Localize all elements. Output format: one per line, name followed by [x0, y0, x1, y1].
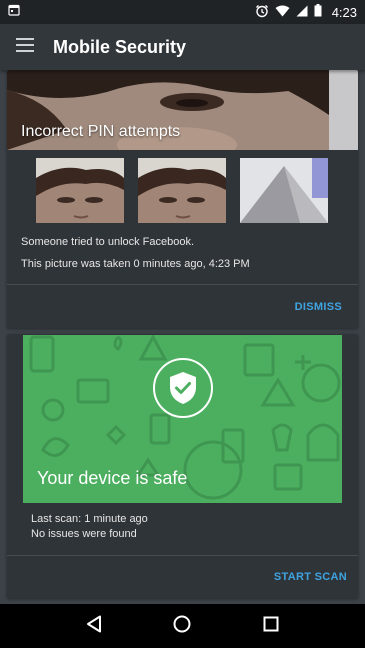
recents-square-icon — [263, 616, 279, 637]
intruder-card: Incorrect PIN attempts Someone tried to … — [7, 70, 358, 328]
back-triangle-icon — [86, 615, 102, 638]
shield-check-icon — [153, 358, 213, 418]
navigation-bar — [0, 604, 365, 648]
page-title: Mobile Security — [53, 36, 187, 57]
last-scan-text: Last scan: 1 minute ago — [31, 513, 148, 525]
signal-icon — [296, 5, 308, 20]
issues-text: No issues were found — [31, 528, 137, 540]
menu-button[interactable] — [0, 24, 50, 70]
calendar-notification-icon — [8, 3, 20, 21]
dismiss-button[interactable]: DISMISS — [295, 301, 342, 313]
safe-status-panel: Your device is safe — [23, 335, 342, 503]
intruder-heading: Incorrect PIN attempts — [21, 123, 181, 140]
home-button[interactable] — [162, 606, 202, 646]
wifi-icon — [275, 5, 290, 20]
back-button[interactable] — [74, 606, 114, 646]
intruder-thumbnail[interactable] — [36, 158, 124, 223]
photo-edge — [329, 70, 358, 150]
battery-icon — [314, 4, 322, 20]
intruder-message: Someone tried to unlock Facebook. — [21, 236, 195, 248]
alarm-icon — [255, 4, 269, 21]
status-bar: 4:23 — [0, 0, 365, 24]
hamburger-icon — [16, 37, 34, 57]
intruder-photo: Incorrect PIN attempts — [7, 70, 329, 150]
app-bar: Mobile Security — [0, 24, 365, 70]
start-scan-button[interactable]: START SCAN — [274, 571, 347, 583]
card-divider — [7, 555, 358, 556]
picture-taken-text: This picture was taken 0 minutes ago, 4:… — [21, 258, 250, 270]
safe-status-title: Your device is safe — [37, 468, 188, 488]
intruder-thumbnail[interactable] — [240, 158, 328, 223]
card-divider — [7, 284, 358, 285]
scan-card: Your device is safe Last scan: 1 minute … — [7, 334, 358, 598]
home-circle-icon — [173, 615, 191, 638]
intruder-thumbnail[interactable] — [138, 158, 226, 223]
status-time: 4:23 — [331, 4, 357, 20]
recents-button[interactable] — [251, 606, 291, 646]
